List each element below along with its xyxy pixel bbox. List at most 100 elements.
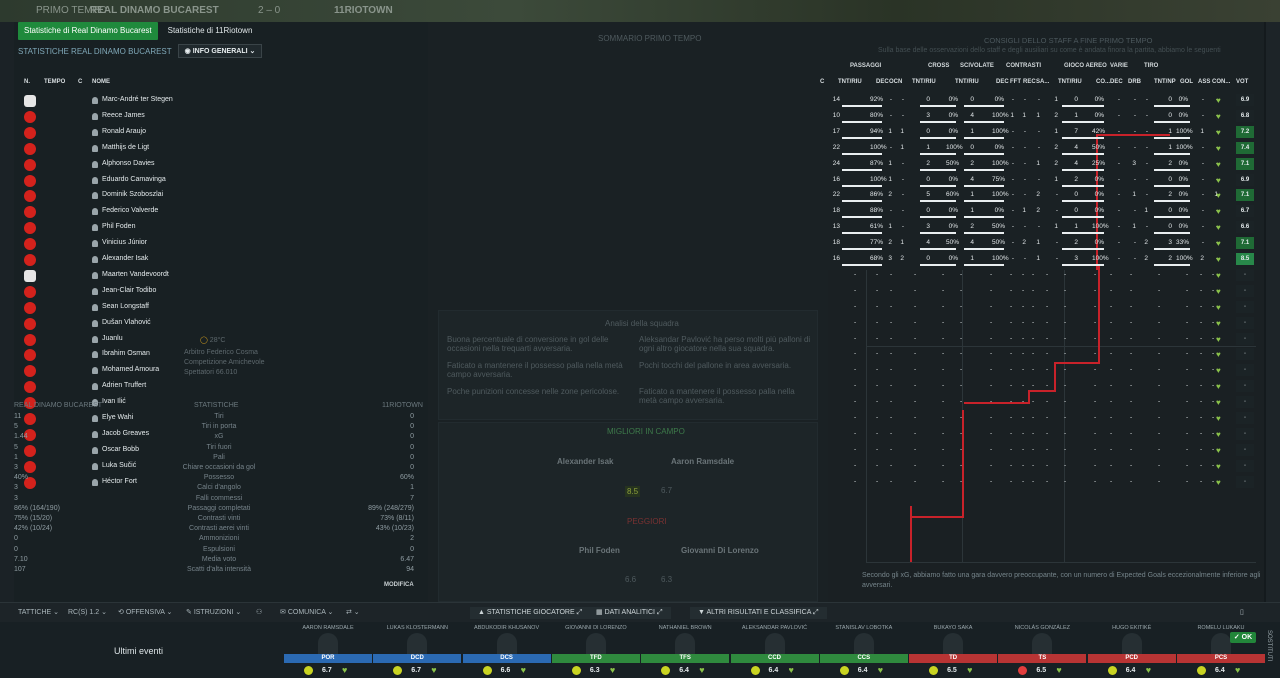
- lineup-player[interactable]: NATHANIEL BROWN TFS 6.4 ♥: [641, 625, 730, 677]
- player-name[interactable]: Vinicius Júnior: [102, 239, 147, 246]
- player-rating[interactable]: -: [1236, 412, 1254, 424]
- player-rating[interactable]: 7.1: [1236, 237, 1254, 250]
- col-header-nome[interactable]: NOME: [92, 79, 110, 85]
- player-profile-icon[interactable]: [92, 271, 98, 279]
- player-name[interactable]: Alphonso Davies: [102, 160, 155, 167]
- player-rating[interactable]: 6.8: [1236, 109, 1254, 122]
- player-name[interactable]: Federico Valverde: [102, 207, 158, 214]
- player-rating[interactable]: -: [1236, 459, 1254, 472]
- table-row[interactable]: Reece James 10 80% - -3 0% 4 100% 1 1 1 2 1 0% - - -0 0% -…: [14, 109, 1264, 125]
- tab-away-stats[interactable]: Statistiche di 11Riotown: [162, 22, 259, 40]
- player-name[interactable]: Phil Foden: [102, 223, 135, 230]
- player-profile-icon[interactable]: [92, 240, 98, 248]
- instructions-button[interactable]: ✎ ISTRUZIONI ⌄: [186, 608, 241, 616]
- player-name[interactable]: Matthijs de Ligt: [102, 144, 149, 151]
- col-header-con-dec[interactable]: DEC: [996, 79, 1009, 85]
- lineup-player[interactable]: ABDUKODIR KHUSANOV DCS 6.6 ♥: [462, 625, 551, 677]
- player-rating[interactable]: 6.6: [1236, 221, 1254, 234]
- player-rating[interactable]: -: [1236, 364, 1254, 377]
- player-name[interactable]: Marc-André ter Stegen: [102, 96, 173, 103]
- player-profile-icon[interactable]: [92, 256, 98, 263]
- communicate-button[interactable]: ✉ COMUNICA ⌄: [280, 608, 333, 616]
- mentality-button[interactable]: ⟲ OFFENSIVA ⌄: [118, 608, 172, 616]
- player-name[interactable]: Adrien Truffert: [102, 382, 146, 389]
- player-profile-icon[interactable]: [92, 351, 98, 359]
- col-header-fft[interactable]: FFT: [1010, 79, 1021, 85]
- col-header-sa[interactable]: SA...: [1036, 79, 1049, 85]
- player-profile-icon[interactable]: [92, 144, 98, 152]
- col-header-dec[interactable]: DEC: [876, 79, 889, 85]
- lineup-player[interactable]: STANISLAV LOBOTKA CCS 6.4 ♥: [819, 625, 908, 677]
- player-rating[interactable]: -: [1236, 316, 1254, 329]
- col-header-rec[interactable]: REC: [1023, 79, 1036, 85]
- col-header-co[interactable]: CO...: [1096, 79, 1110, 85]
- swap-icon[interactable]: ⇄ ⌄: [346, 608, 360, 616]
- col-header-con[interactable]: CON...: [1212, 79, 1230, 85]
- lineup-player[interactable]: BUKAYO SAKA TD 6.5 ♥: [909, 625, 998, 677]
- player-rating[interactable]: -: [1236, 443, 1254, 456]
- player-rating[interactable]: 6.9: [1236, 94, 1254, 106]
- player-rating[interactable]: 6.9: [1236, 173, 1254, 186]
- col-header-ocn[interactable]: OCN: [889, 79, 902, 85]
- col-header-tempo[interactable]: TEMPO: [44, 79, 65, 85]
- player-name[interactable]: Eduardo Camavinga: [102, 176, 166, 183]
- table-row[interactable]: Adrien Truffert - - - - - - - - - - - - - - - - - - - ♥ -: [14, 379, 1264, 395]
- table-row[interactable]: Dušan Vlahović - - - - - - - - - - - - - - - - - - - ♥ -: [14, 316, 1264, 332]
- player-name[interactable]: Ibrahim Osman: [102, 350, 150, 357]
- table-row[interactable]: Eduardo Camavinga 16 100% 1-0 0% 4 75% - - -1 2 0% -…: [14, 173, 1264, 189]
- player-name[interactable]: Juanlu: [102, 335, 123, 342]
- player-name[interactable]: Dominik Szoboszlai: [102, 191, 163, 198]
- lineup-player[interactable]: ALEKSANDAR PAVLOVIĆ CCD 6.4 ♥: [730, 625, 819, 677]
- player-rating[interactable]: -: [1236, 348, 1254, 361]
- player-name[interactable]: Dušan Vlahović: [102, 319, 151, 326]
- player-rating[interactable]: -: [1236, 380, 1254, 393]
- player-profile-icon[interactable]: [92, 128, 98, 136]
- player-name[interactable]: Alexander Isak: [102, 255, 148, 262]
- player-name[interactable]: Jean-Clair Todibo: [102, 287, 156, 294]
- info-dropdown[interactable]: ◉ INFO GENERALI ⌄: [177, 44, 263, 58]
- col-header-drb[interactable]: DRB: [1128, 79, 1141, 85]
- modifica-button[interactable]: MODIFICA: [384, 582, 414, 588]
- player-stats-button[interactable]: ▲ STATISTICHE GIOCATORE ⤢: [470, 607, 591, 619]
- col-header-gol[interactable]: GOL: [1180, 79, 1193, 85]
- player-rating[interactable]: -: [1236, 268, 1254, 281]
- player-profile-icon[interactable]: [92, 319, 98, 327]
- player-rating[interactable]: -: [1236, 427, 1254, 440]
- col-header-n[interactable]: N.: [24, 79, 30, 85]
- table-row[interactable]: Alexander Isak 16 68% 3 2 0 0% 1 100% - -1-3 100% - -…: [14, 252, 1264, 268]
- player-profile-icon[interactable]: [92, 367, 98, 375]
- col-header-pass-tnt[interactable]: TNT/RIU: [838, 79, 862, 85]
- people-icon[interactable]: ⚇: [256, 608, 262, 616]
- lineup-player[interactable]: LUKAS KLOSTERMANN DCD 6.7 ♥: [373, 625, 462, 677]
- ok-button[interactable]: ✓ OK: [1230, 632, 1256, 643]
- player-rating[interactable]: 7.1: [1236, 157, 1254, 170]
- col-header-aereo-tnt[interactable]: TNT/RIU: [1058, 79, 1082, 85]
- substitutes-label[interactable]: SOSTITUTI: [1266, 630, 1272, 661]
- player-rating[interactable]: -: [1236, 300, 1254, 313]
- player-rating[interactable]: 6.7: [1236, 205, 1254, 218]
- lineup-player[interactable]: GIOVANNI DI LORENZO TFD 6.3 ♥: [551, 625, 640, 677]
- analytics-button[interactable]: ▦ DATI ANALITICI ⤢: [588, 607, 671, 619]
- player-profile-icon[interactable]: [92, 208, 98, 216]
- col-header-vot[interactable]: VOT: [1236, 79, 1248, 85]
- player-rating[interactable]: 7.1: [1236, 189, 1254, 202]
- lineup-player[interactable]: NICOLÁS GONZÁLEZ TS 6.5 ♥: [998, 625, 1087, 677]
- results-button[interactable]: ▼ ALTRI RISULTATI E CLASSIFICA ⤢: [690, 607, 827, 619]
- col-header-sciv-tnt[interactable]: TNT/RIU: [955, 79, 979, 85]
- table-row[interactable]: Maarten Vandevoordt - - - - - - - - - - - - - - - - - - - ♥ -: [14, 268, 1264, 284]
- player-profile-icon[interactable]: [92, 224, 98, 232]
- table-row[interactable]: Matthijs de Ligt 22 100% -1 1 100% 0 0% - - -2 4 50%…: [14, 141, 1264, 157]
- player-profile-icon[interactable]: [92, 287, 98, 295]
- tactics-button[interactable]: TATTICHE ⌄: [18, 608, 59, 616]
- table-row[interactable]: Ronald Araujo 17 94% 1 1 0 0% 1 100% - - -1 7 42% - - -1…: [14, 125, 1264, 141]
- table-row[interactable]: Dominik Szoboszlai 22 86% 2-5 60% 1 100% - -2-0 0…: [14, 188, 1264, 204]
- table-row[interactable]: Sean Longstaff - - - - - - - - - - - - - - - - - - - ♥ -: [14, 300, 1264, 316]
- trash-icon[interactable]: ▯: [1240, 608, 1244, 616]
- player-profile-icon[interactable]: [92, 383, 98, 391]
- player-profile-icon[interactable]: [92, 176, 98, 184]
- player-profile-icon[interactable]: [92, 97, 98, 104]
- player-name[interactable]: Reece James: [102, 112, 145, 119]
- player-rating[interactable]: -: [1236, 332, 1254, 345]
- col-header-c[interactable]: C: [78, 79, 82, 85]
- table-row[interactable]: Vinicius Júnior 18 77% 2 1 4 50% 4 50% -2 1-2 0% - -2…: [14, 236, 1264, 252]
